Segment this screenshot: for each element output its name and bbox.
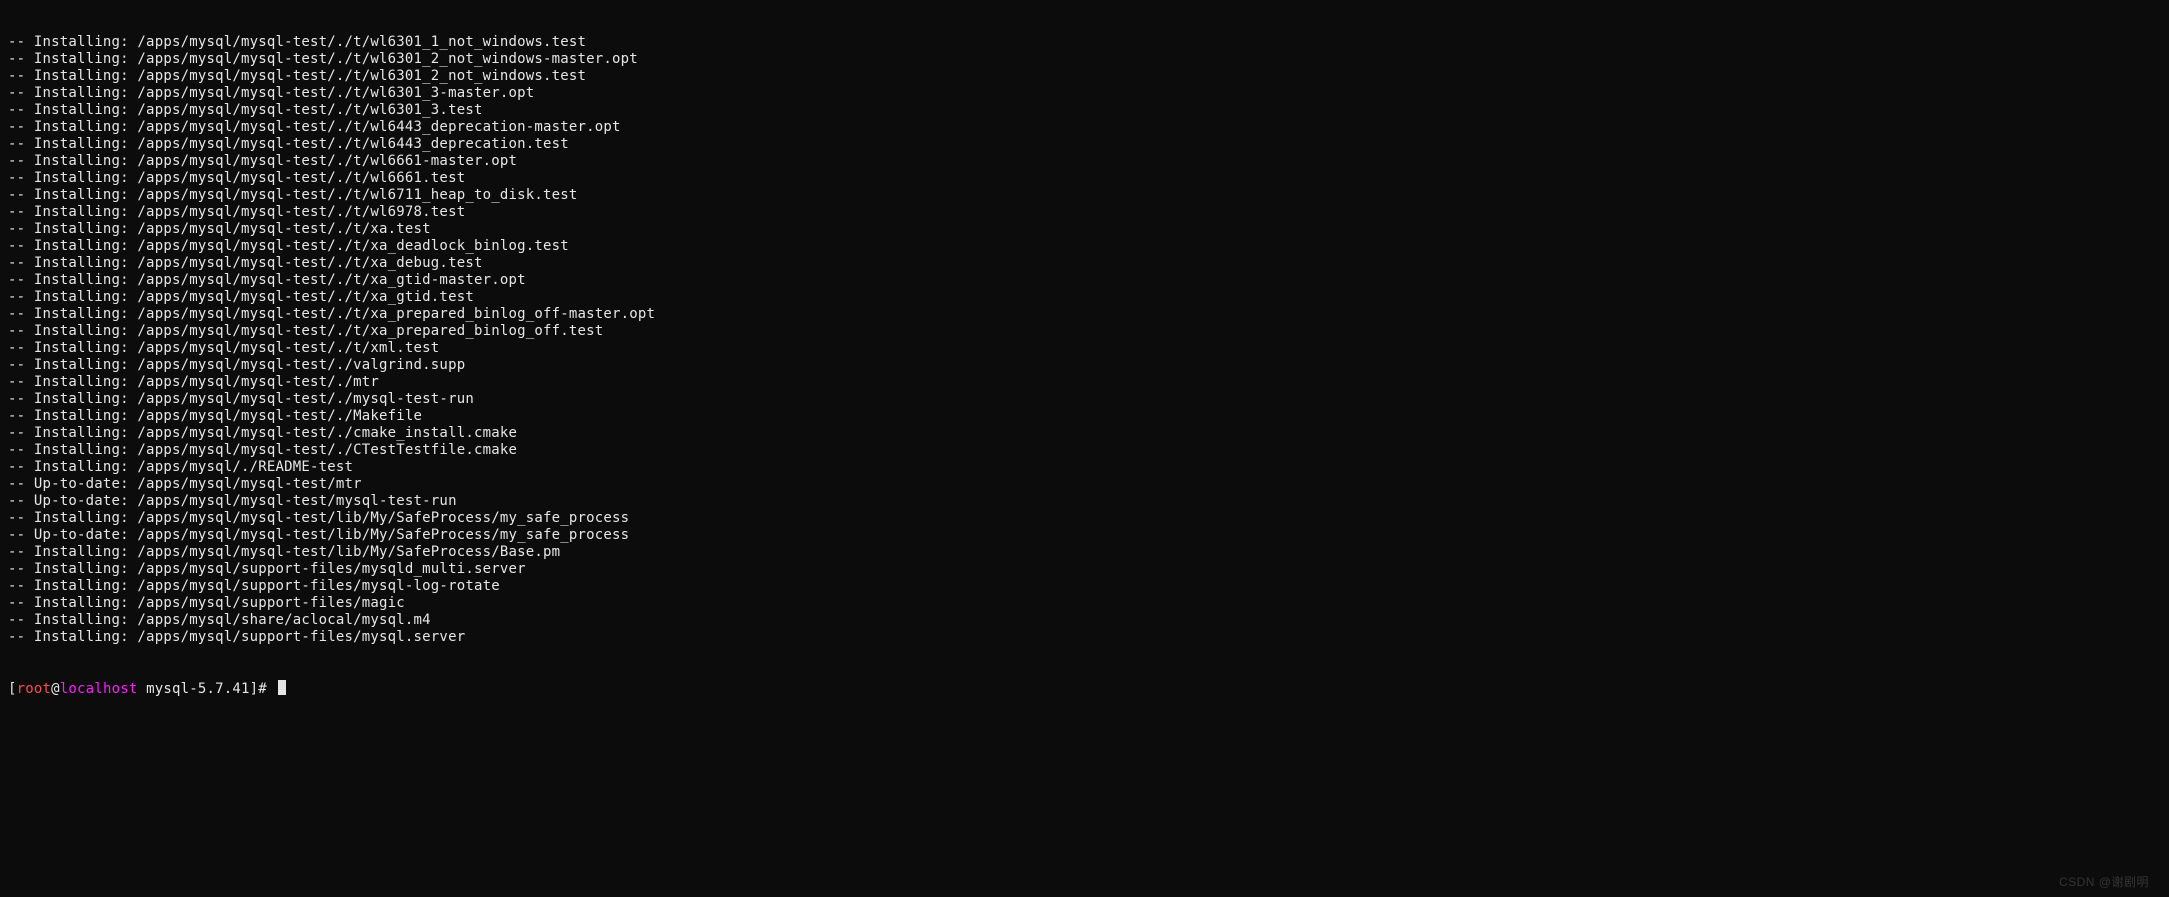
output-line: -- Installing: /apps/mysql/mysql-test/./… [8,68,2161,85]
output-line: -- Installing: /apps/mysql/share/aclocal… [8,612,2161,629]
output-line: -- Installing: /apps/mysql/mysql-test/./… [8,221,2161,238]
output-line: -- Installing: /apps/mysql/mysql-test/./… [8,238,2161,255]
terminal-output[interactable]: -- Installing: /apps/mysql/mysql-test/./… [8,0,2161,897]
output-line: -- Installing: /apps/mysql/mysql-test/./… [8,374,2161,391]
output-line: -- Installing: /apps/mysql/mysql-test/./… [8,323,2161,340]
output-line: -- Installing: /apps/mysql/mysql-test/./… [8,425,2161,442]
output-line: -- Installing: /apps/mysql/mysql-test/./… [8,102,2161,119]
output-line: -- Up-to-date: /apps/mysql/mysql-test/li… [8,527,2161,544]
output-line: -- Installing: /apps/mysql/mysql-test/li… [8,510,2161,527]
prompt-dir: mysql-5.7.41 [146,681,250,697]
output-line: -- Installing: /apps/mysql/mysql-test/./… [8,391,2161,408]
output-line: -- Installing: /apps/mysql/mysql-test/./… [8,408,2161,425]
output-line: -- Installing: /apps/mysql/support-files… [8,561,2161,578]
output-line: -- Up-to-date: /apps/mysql/mysql-test/my… [8,493,2161,510]
output-line: -- Installing: /apps/mysql/mysql-test/./… [8,85,2161,102]
output-line: -- Installing: /apps/mysql/mysql-test/./… [8,153,2161,170]
cursor-icon [278,680,286,695]
shell-prompt[interactable]: [root@localhost mysql-5.7.41]# [8,680,2161,698]
prompt-host: localhost [60,681,138,697]
output-line: -- Installing: /apps/mysql/mysql-test/./… [8,340,2161,357]
prompt-user: root [17,681,52,697]
output-line: -- Installing: /apps/mysql/mysql-test/./… [8,51,2161,68]
prompt-at: @ [51,681,60,697]
output-line: -- Installing: /apps/mysql/support-files… [8,578,2161,595]
output-line: -- Up-to-date: /apps/mysql/mysql-test/mt… [8,476,2161,493]
output-line: -- Installing: /apps/mysql/mysql-test/./… [8,272,2161,289]
prompt-bracket-open: [ [8,681,17,697]
output-lines: -- Installing: /apps/mysql/mysql-test/./… [8,34,2161,646]
output-line: -- Installing: /apps/mysql/mysql-test/./… [8,119,2161,136]
output-line: -- Installing: /apps/mysql/support-files… [8,629,2161,646]
output-line: -- Installing: /apps/mysql/mysql-test/./… [8,187,2161,204]
output-line: -- Installing: /apps/mysql/mysql-test/./… [8,170,2161,187]
output-line: -- Installing: /apps/mysql/mysql-test/./… [8,442,2161,459]
output-line: -- Installing: /apps/mysql/./README-test [8,459,2161,476]
output-line: -- Installing: /apps/mysql/mysql-test/./… [8,357,2161,374]
output-line: -- Installing: /apps/mysql/support-files… [8,595,2161,612]
output-line: -- Installing: /apps/mysql/mysql-test/./… [8,255,2161,272]
prompt-close: ]# [250,681,276,697]
output-line: -- Installing: /apps/mysql/mysql-test/./… [8,289,2161,306]
output-line: -- Installing: /apps/mysql/mysql-test/./… [8,34,2161,51]
watermark-text: CSDN @谢剧明 [2059,874,2149,891]
output-line: -- Installing: /apps/mysql/mysql-test/li… [8,544,2161,561]
output-line: -- Installing: /apps/mysql/mysql-test/./… [8,136,2161,153]
output-line: -- Installing: /apps/mysql/mysql-test/./… [8,204,2161,221]
output-line: -- Installing: /apps/mysql/mysql-test/./… [8,306,2161,323]
prompt-sep [137,681,146,697]
